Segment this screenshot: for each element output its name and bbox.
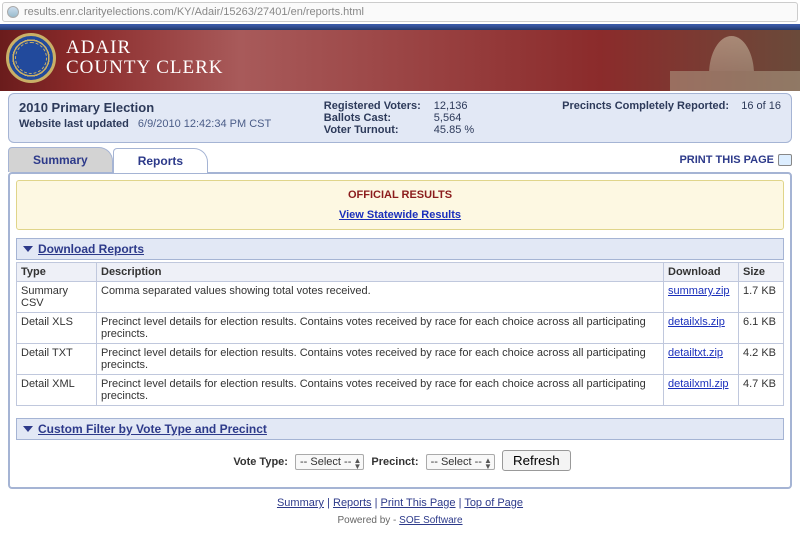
table-row: Detail TXT Precinct level details for el… — [17, 344, 784, 375]
address-bar[interactable]: results.enr.clarityelections.com/KY/Adai… — [2, 2, 798, 22]
precinct-label: Precinct: — [371, 456, 418, 468]
ballots-label: Ballots Cast: — [324, 112, 434, 124]
election-title: 2010 Primary Election — [19, 100, 324, 115]
col-type: Type — [17, 263, 97, 282]
ballots-value: 5,564 — [434, 112, 462, 124]
download-link[interactable]: detailxml.zip — [668, 378, 729, 390]
official-results-title: OFFICIAL RESULTS — [25, 189, 775, 201]
footer-summary[interactable]: Summary — [277, 497, 324, 509]
site-title-2: COUNTY CLERK — [66, 58, 224, 78]
table-row: Detail XLS Precinct level details for el… — [17, 313, 784, 344]
view-statewide-link[interactable]: View Statewide Results — [339, 209, 461, 221]
powered-link[interactable]: SOE Software — [399, 515, 462, 526]
download-table: Type Description Download Size Summary C… — [16, 262, 784, 406]
precinct-select[interactable]: -- Select -- — [426, 454, 495, 470]
col-desc: Description — [97, 263, 664, 282]
footer-reports[interactable]: Reports — [333, 497, 372, 509]
table-row: Summary CSV Comma separated values showi… — [17, 282, 784, 313]
chevron-down-icon — [23, 426, 33, 432]
table-row: Detail XML Precinct level details for el… — [17, 375, 784, 406]
updated-time: 6/9/2010 12:42:34 PM CST — [138, 118, 271, 130]
capitol-art — [670, 28, 800, 91]
tab-summary[interactable]: Summary — [8, 147, 113, 172]
refresh-button[interactable]: Refresh — [502, 450, 571, 471]
col-size: Size — [739, 263, 784, 282]
precincts-label: Precincts Completely Reported: — [562, 100, 729, 112]
official-results-box: OFFICIAL RESULTS View Statewide Results — [16, 180, 784, 230]
footer-print[interactable]: Print This Page — [381, 497, 456, 509]
vote-type-select[interactable]: -- Select -- — [295, 454, 364, 470]
section-custom-filter[interactable]: Custom Filter by Vote Type and Precinct — [16, 418, 784, 440]
print-page-link[interactable]: PRINT THIS PAGE — [679, 154, 792, 166]
site-banner: ADAIR COUNTY CLERK — [0, 24, 800, 91]
url-text: results.enr.clarityelections.com/KY/Adai… — [24, 6, 364, 18]
info-bar: 2010 Primary Election Website last updat… — [8, 93, 792, 143]
download-link[interactable]: detailxls.zip — [668, 316, 725, 328]
turnout-label: Voter Turnout: — [324, 124, 434, 136]
registered-label: Registered Voters: — [324, 100, 434, 112]
section-download-reports[interactable]: Download Reports — [16, 238, 784, 260]
updated-label: Website last updated — [19, 118, 129, 130]
turnout-value: 45.85 % — [434, 124, 474, 136]
printer-icon — [778, 154, 792, 166]
powered-label: Powered by - — [337, 515, 396, 526]
site-title-1: ADAIR — [66, 38, 224, 58]
download-link[interactable]: summary.zip — [668, 285, 730, 297]
registered-value: 12,136 — [434, 100, 468, 112]
globe-icon — [7, 6, 19, 18]
tab-reports[interactable]: Reports — [113, 148, 208, 173]
download-link[interactable]: detailtxt.zip — [668, 347, 723, 359]
precincts-value: 16 of 16 — [741, 100, 781, 112]
chevron-down-icon — [23, 246, 33, 252]
footer-links: Summary | Reports | Print This Page | To… — [6, 497, 794, 509]
col-download: Download — [664, 263, 739, 282]
state-seal-icon — [6, 33, 56, 83]
content-frame: OFFICIAL RESULTS View Statewide Results … — [8, 172, 792, 489]
vote-type-label: Vote Type: — [233, 456, 288, 468]
footer-top[interactable]: Top of Page — [464, 497, 523, 509]
